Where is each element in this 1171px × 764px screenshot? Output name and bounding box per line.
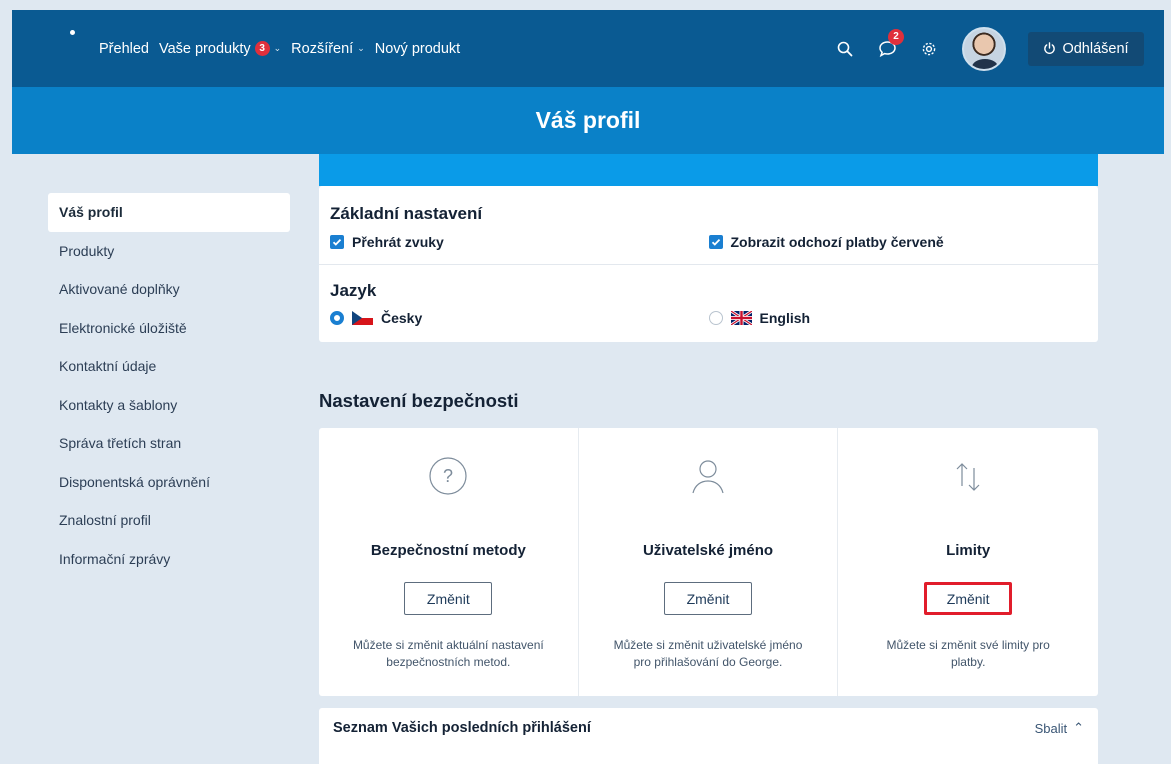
uk-flag-icon	[730, 311, 752, 325]
logout-button[interactable]: Odhlášení	[1028, 31, 1144, 66]
sidebar-item-kontakty-a-sablony[interactable]: Kontakty a šablony	[48, 386, 290, 425]
chevron-down-icon: ⌄	[357, 43, 365, 53]
search-icon	[837, 41, 853, 56]
language-section: Jazyk Česky English	[319, 265, 1098, 342]
nav-item-vase-produkty[interactable]: Vaše produkty 3 ⌄	[159, 41, 281, 57]
main-content: Základní nastavení Přehrát zvuky Zobrazi…	[319, 154, 1098, 342]
svg-text:?: ?	[443, 466, 453, 486]
nav-item-label: Přehled	[99, 40, 149, 57]
radio-label: English	[759, 310, 811, 326]
language-radio-cesky[interactable]: Česky	[330, 310, 709, 326]
change-security-methods-button[interactable]: Změnit	[404, 582, 493, 615]
sidebar-item-label: Disponentská oprávnění	[59, 473, 210, 490]
security-card-title: Uživatelské jméno	[642, 542, 774, 559]
sidebar-item-vas-profil[interactable]: Váš profil	[48, 193, 290, 232]
security-card-description: Můžete si změnit své limity pro platby.	[886, 638, 1050, 669]
sidebar-item-label: Elektronické úložiště	[59, 319, 187, 336]
security-card-username: Uživatelské jméno Změnit Můžete si změni…	[579, 428, 839, 696]
basic-settings-options: Přehrát zvuky Zobrazit odchozí platby če…	[330, 234, 1087, 264]
basic-settings-section: Základní nastavení Přehrát zvuky Zobrazi…	[319, 186, 1098, 264]
security-card-description: Můžete si změnit aktuální nastavení bezp…	[352, 638, 544, 669]
question-circle-icon: ?	[428, 450, 468, 502]
checkbox-checked-icon	[330, 235, 344, 249]
security-card-methods: ? Bezpečnostní metody Změnit Můžete si z…	[319, 428, 579, 696]
language-options: Česky English	[330, 310, 1087, 342]
user-icon	[688, 450, 728, 502]
nav-item-rozsireni[interactable]: Rozšíření ⌄	[291, 41, 365, 57]
sidebar-item-kontaktni-udaje[interactable]: Kontaktní údaje	[48, 347, 290, 386]
sidebar-item-label: Produkty	[59, 242, 115, 259]
security-settings: ? Bezpečnostní metody Změnit Můžete si z…	[319, 428, 1098, 696]
show-outgoing-red-checkbox[interactable]: Zobrazit odchozí platby červeně	[708, 234, 1088, 250]
security-card-description: Můžete si změnit uživatelské jméno pro p…	[613, 638, 803, 669]
sidebar-item-produkty[interactable]: Produkty	[48, 232, 290, 271]
nav-menu: Přehled Vaše produkty 3 ⌄ Rozšíření ⌄ No…	[99, 41, 470, 57]
gear-icon	[922, 42, 936, 55]
sidebar-item-informacni-zpravy[interactable]: Informační zprávy	[48, 540, 290, 579]
sidebar: Váš profil Produkty Aktivované doplňky E…	[48, 193, 290, 578]
checkbox-label: Přehrát zvuky	[352, 234, 444, 250]
change-limits-button[interactable]: Změnit	[924, 582, 1013, 615]
sidebar-item-label: Správa třetích stran	[59, 435, 182, 452]
messages-button[interactable]: 2	[876, 28, 904, 60]
arrows-up-down-icon	[948, 450, 988, 502]
page-header: Váš profil	[12, 87, 1164, 154]
security-card-title: Bezpečnostní metody	[370, 542, 526, 559]
radio-unselected-icon	[708, 311, 723, 325]
checkbox-checked-icon	[708, 235, 723, 249]
sidebar-item-label: Váš profil	[59, 204, 123, 221]
checkbox-label: Zobrazit odchozí platby červeně	[730, 234, 944, 250]
sidebar-item-aktivovane-doplnky[interactable]: Aktivované doplňky	[48, 270, 290, 309]
basic-settings-heading: Základní nastavení	[330, 204, 483, 223]
products-count-badge: 3	[254, 41, 270, 56]
sidebar-item-label: Aktivované doplňky	[59, 281, 180, 298]
nav-item-label: Vaše produkty	[158, 40, 251, 57]
collapse-label: Sbalit	[1034, 720, 1068, 736]
avatar[interactable]	[962, 26, 1006, 71]
profile-banner	[319, 154, 1098, 186]
sidebar-item-label: Kontakty a šablony	[59, 396, 178, 413]
messages-count-badge: 2	[888, 28, 904, 45]
sidebar-item-elektronicke-uloziste[interactable]: Elektronické úložiště	[48, 309, 290, 348]
collapse-button[interactable]: Sbalit ⌃	[1035, 720, 1084, 736]
radio-selected-icon	[330, 311, 344, 325]
search-button[interactable]	[834, 38, 856, 60]
chevron-up-icon: ⌃	[1073, 720, 1084, 735]
nav-actions: 2 Odhlášení	[814, 10, 1144, 87]
sidebar-item-znalostni-profil[interactable]: Znalostní profil	[48, 501, 290, 540]
chevron-down-icon: ⌄	[273, 43, 282, 53]
nav-item-label: Nový produkt	[374, 40, 461, 57]
sidebar-item-label: Informační zprávy	[59, 550, 171, 567]
sidebar-item-label: Znalostní profil	[59, 512, 151, 529]
nav-item-label: Rozšíření	[291, 40, 354, 57]
security-card-limits: Limity Změnit Můžete si změnit své limit…	[838, 428, 1098, 696]
logo[interactable]	[70, 30, 75, 35]
sidebar-item-sprava-tretich-stran[interactable]: Správa třetích stran	[48, 424, 290, 463]
sidebar-item-label: Kontaktní údaje	[59, 358, 157, 375]
security-card-title: Limity	[946, 542, 991, 559]
power-icon	[1044, 42, 1056, 54]
logout-label: Odhlášení	[1062, 40, 1129, 57]
top-navigation: Přehled Vaše produkty 3 ⌄ Rozšíření ⌄ No…	[12, 10, 1164, 87]
security-heading: Nastavení bezpečnosti	[319, 390, 519, 411]
change-username-button[interactable]: Změnit	[664, 582, 752, 615]
cz-flag-icon	[352, 311, 373, 325]
nav-item-novy-produkt[interactable]: Nový produkt	[375, 41, 460, 57]
login-history-panel: Seznam Vašich posledních přihlášení Sbal…	[319, 708, 1098, 764]
settings-button[interactable]	[918, 38, 940, 60]
login-history-title: Seznam Vašich posledních přihlášení	[333, 720, 591, 736]
radio-label: Česky	[381, 310, 423, 326]
nav-item-prehled[interactable]: Přehled	[99, 41, 149, 57]
language-heading: Jazyk	[330, 281, 377, 300]
settings-card: Základní nastavení Přehrát zvuky Zobrazi…	[319, 186, 1098, 342]
language-radio-english[interactable]: English	[708, 310, 1088, 326]
page-title: Váš profil	[535, 107, 641, 133]
play-sounds-checkbox[interactable]: Přehrát zvuky	[330, 234, 709, 250]
sidebar-item-disponentska-opravneni[interactable]: Disponentská oprávnění	[48, 463, 290, 502]
